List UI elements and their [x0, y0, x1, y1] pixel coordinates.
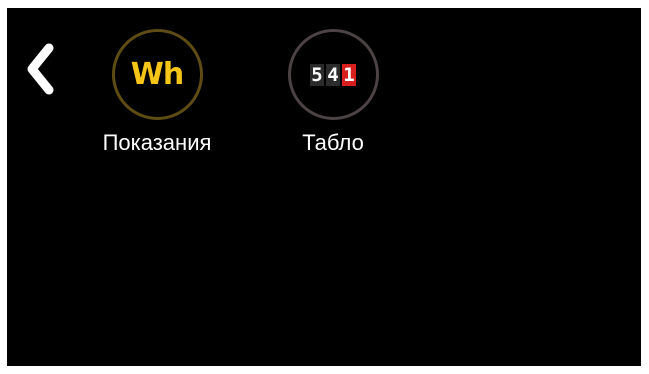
- counter-digit: 5: [310, 63, 324, 86]
- readings-label: Показания: [102, 130, 212, 155]
- wh-icon: Wh: [130, 57, 184, 92]
- display-tile[interactable]: 5 4 1 Табло: [263, 29, 403, 156]
- display-icon-circle: 5 4 1: [287, 29, 379, 120]
- counter-digit-highlight: 1: [342, 63, 356, 86]
- chevron-left-icon: [27, 43, 54, 95]
- readings-icon-circle: Wh: [111, 29, 203, 120]
- display-label: Табло: [302, 130, 364, 155]
- device-screen: Wh Показания 5 4 1 Табло: [7, 8, 641, 366]
- back-button[interactable]: [21, 41, 59, 97]
- counter-display-icon: 5 4 1: [310, 63, 356, 86]
- readings-tile[interactable]: Wh Показания: [87, 29, 227, 156]
- counter-digit: 4: [326, 63, 340, 86]
